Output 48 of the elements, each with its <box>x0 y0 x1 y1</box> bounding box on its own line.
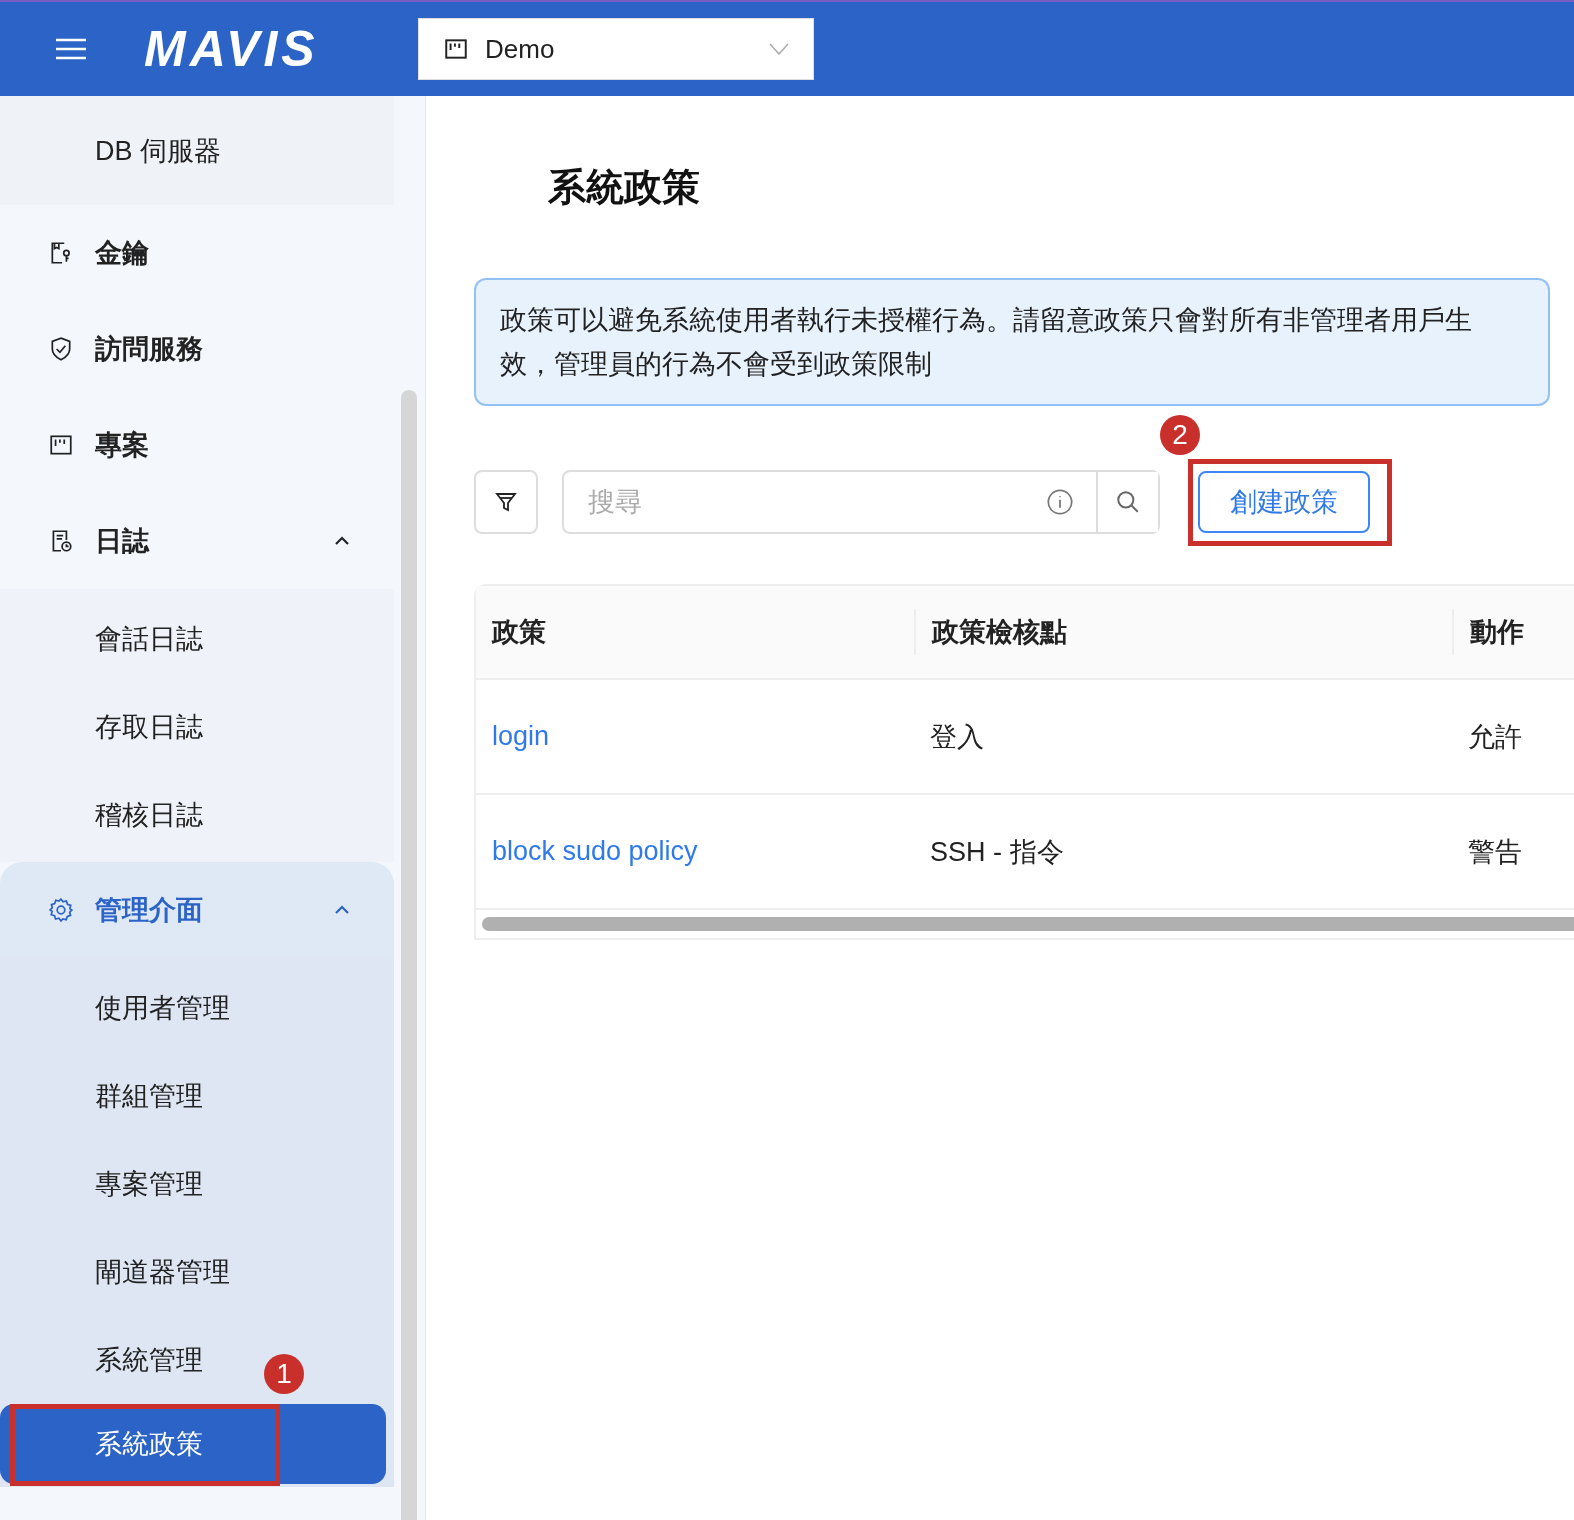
sidebar-item[interactable]: 系統管理 <box>0 1316 203 1404</box>
search-input[interactable]: 搜尋 <box>586 485 1046 519</box>
sidebar-item[interactable]: 群組管理 <box>0 1052 203 1140</box>
logo: MAVIS <box>144 20 320 78</box>
table-cell-text: 警告 <box>1468 835 1522 869</box>
table-cell-text: SSH - 指令 <box>930 835 1064 869</box>
settings-icon <box>48 897 74 923</box>
chevron-icon <box>334 536 350 546</box>
sidebar-group[interactable]: 日誌 <box>0 493 394 589</box>
create-policy-button[interactable]: 創建政策 <box>1198 471 1370 533</box>
shield-check-icon <box>48 336 74 362</box>
policy-link[interactable]: block sudo policy <box>492 836 698 867</box>
project-select[interactable]: Demo <box>418 18 814 80</box>
chevron-icon <box>334 905 350 915</box>
sidebar-item[interactable]: 金鑰 <box>0 205 394 301</box>
info-notice: 政策可以避免系統使用者執行未授權行為。請留意政策只會對所有非管理者用戶生效，管理員的行為不會受到政策限制 <box>474 278 1550 406</box>
scrollbar-thumb[interactable] <box>482 917 1574 931</box>
search-field[interactable]: 搜尋 <box>562 470 1160 534</box>
search-button[interactable] <box>1096 472 1158 532</box>
sidebar-item[interactable]: 系統政策 <box>0 1404 386 1484</box>
column-header: 動作 <box>1470 616 1524 649</box>
table-cell-text: 登入 <box>930 720 984 754</box>
board-icon <box>443 36 469 62</box>
column-header: 政策 <box>492 616 546 649</box>
column-header: 政策檢核點 <box>932 616 1067 649</box>
sidebar-item[interactable]: 專案 <box>0 397 394 493</box>
annotation-badge: 2 <box>1160 415 1200 455</box>
table-cell-text: 允許 <box>1468 720 1522 754</box>
sidebar-group[interactable]: 管理介面 <box>0 862 394 958</box>
sidebar-item[interactable]: 存取日誌 <box>0 683 203 771</box>
search-icon <box>1115 489 1141 515</box>
sidebar-item[interactable]: 專案管理 <box>0 1140 203 1228</box>
sidebar-item[interactable]: 會話日誌 <box>0 595 203 683</box>
chevron-down-icon <box>769 43 789 55</box>
menu-icon[interactable] <box>56 38 86 60</box>
filter-icon <box>494 490 518 514</box>
sidebar-item[interactable]: DB 伺服器 <box>0 96 394 205</box>
sidebar-item[interactable]: 稽核日誌 <box>0 771 203 859</box>
page-title: 系統政策 <box>548 165 701 210</box>
info-icon <box>1046 488 1074 516</box>
sidebar-item[interactable]: 閘道器管理 <box>0 1228 230 1316</box>
board-icon <box>48 432 74 458</box>
filter-button[interactable] <box>474 470 538 534</box>
policy-link[interactable]: login <box>492 721 550 752</box>
scrollbar-thumb[interactable] <box>401 390 417 1520</box>
annotation-badge: 1 <box>264 1354 304 1394</box>
sidebar-item[interactable]: 訪問服務 <box>0 301 394 397</box>
sidebar-item[interactable]: 使用者管理 <box>0 964 230 1052</box>
